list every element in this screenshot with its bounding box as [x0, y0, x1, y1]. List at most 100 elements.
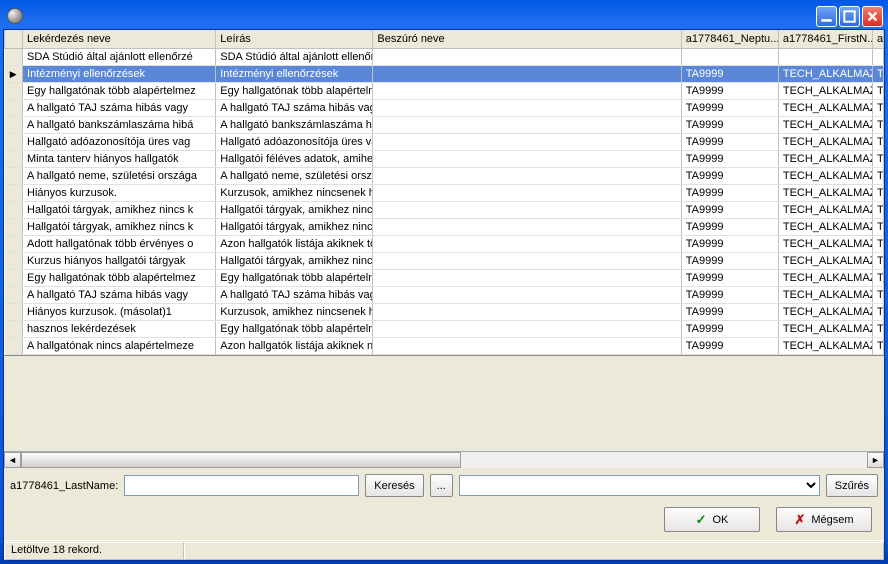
- cell[interactable]: TECH_ALKALMAZO: [778, 133, 872, 150]
- col-header[interactable]: Leírás: [216, 30, 373, 48]
- cell[interactable]: A hallgató bankszámlaszáma hibás (ho: [216, 116, 373, 133]
- cell[interactable]: T: [872, 303, 883, 320]
- cell[interactable]: TA9999: [681, 65, 778, 82]
- cell[interactable]: [373, 133, 681, 150]
- cell[interactable]: A hallgató TAJ száma hibás vagy üres: [216, 99, 373, 116]
- cell[interactable]: T: [872, 201, 883, 218]
- cell[interactable]: [681, 48, 778, 65]
- cell[interactable]: [373, 320, 681, 337]
- table-row[interactable]: hasznos lekérdezésekEgy hallgatónak több…: [5, 320, 884, 337]
- cell[interactable]: hasznos lekérdezések: [23, 320, 216, 337]
- cell[interactable]: Hallgatói tárgyak, amikhez nincs kurzu: [216, 218, 373, 235]
- cell[interactable]: TECH_ALKALMAZO: [778, 167, 872, 184]
- cell[interactable]: A hallgatónak nincs alapértelmeze: [23, 337, 216, 354]
- cell[interactable]: Kurzus hiányos hallgatói tárgyak: [23, 252, 216, 269]
- cell[interactable]: T: [872, 320, 883, 337]
- table-row[interactable]: A hallgató TAJ száma hibás vagyA hallgat…: [5, 99, 884, 116]
- col-header[interactable]: Beszúró neve: [373, 30, 681, 48]
- table-row[interactable]: A hallgató TAJ száma hibás vagyA hallgat…: [5, 286, 884, 303]
- cell[interactable]: Hallgatói tárgyak, amikhez nincs k: [23, 201, 216, 218]
- cell[interactable]: Hiányos kurzusok.: [23, 184, 216, 201]
- cell[interactable]: TECH_ALKALMAZO: [778, 65, 872, 82]
- cell[interactable]: [872, 48, 883, 65]
- cell[interactable]: SDA Stúdió által ajánlott ellenőrzések: [216, 48, 373, 65]
- cell[interactable]: TA9999: [681, 252, 778, 269]
- ok-button[interactable]: ✓OK: [664, 507, 760, 532]
- cell[interactable]: T: [872, 252, 883, 269]
- cell[interactable]: TECH_ALKALMAZO: [778, 269, 872, 286]
- cell[interactable]: TA9999: [681, 286, 778, 303]
- cell[interactable]: Azon hallgatók listája akiknek több érv: [216, 235, 373, 252]
- cell[interactable]: A hallgató TAJ száma hibás vagy: [23, 286, 216, 303]
- table-row[interactable]: Egy hallgatónak több alapértelmezEgy hal…: [5, 269, 884, 286]
- cell[interactable]: TA9999: [681, 99, 778, 116]
- cell[interactable]: Adott hallgatónak több érvényes o: [23, 235, 216, 252]
- col-header[interactable]: a: [872, 30, 883, 48]
- cell[interactable]: A hallgató bankszámlaszáma hibá: [23, 116, 216, 133]
- col-header[interactable]: a1778461_FirstN...: [778, 30, 872, 48]
- scroll-right-button[interactable]: ►: [867, 452, 884, 468]
- cancel-button[interactable]: ✗Mégsem: [776, 507, 872, 532]
- horizontal-scrollbar[interactable]: ◄ ►: [4, 451, 884, 468]
- cell[interactable]: [373, 82, 681, 99]
- cell[interactable]: T: [872, 82, 883, 99]
- cell[interactable]: Intézményi ellenőrzések: [23, 65, 216, 82]
- cell[interactable]: TECH_ALKALMAZO: [778, 184, 872, 201]
- cell[interactable]: T: [872, 133, 883, 150]
- cell[interactable]: TA9999: [681, 82, 778, 99]
- data-grid[interactable]: Lekérdezés neve Leírás Beszúró neve a177…: [4, 30, 884, 356]
- table-row[interactable]: Hallgatói tárgyak, amikhez nincs kHallga…: [5, 201, 884, 218]
- search-button[interactable]: Keresés: [365, 474, 423, 497]
- cell[interactable]: [373, 235, 681, 252]
- cell[interactable]: [373, 167, 681, 184]
- cell[interactable]: [373, 116, 681, 133]
- cell[interactable]: TA9999: [681, 269, 778, 286]
- cell[interactable]: TA9999: [681, 116, 778, 133]
- table-row[interactable]: Hallgatói tárgyak, amikhez nincs kHallga…: [5, 218, 884, 235]
- cell[interactable]: TA9999: [681, 201, 778, 218]
- cell[interactable]: TA9999: [681, 133, 778, 150]
- table-row[interactable]: Hallgató adóazonosítója üres vagHallgató…: [5, 133, 884, 150]
- scroll-track[interactable]: [21, 452, 867, 468]
- close-button[interactable]: [862, 6, 883, 27]
- cell[interactable]: TA9999: [681, 235, 778, 252]
- cell[interactable]: TA9999: [681, 337, 778, 354]
- cell[interactable]: TA9999: [681, 184, 778, 201]
- minimize-button[interactable]: [816, 6, 837, 27]
- filter-button[interactable]: Szűrés: [826, 474, 878, 497]
- cell[interactable]: T: [872, 235, 883, 252]
- cell[interactable]: Hallgatói féléves adatok, amihez nincs: [216, 150, 373, 167]
- cell[interactable]: Egy hallgatónak több alapértelmezett t: [216, 82, 373, 99]
- cell[interactable]: Kurzusok, amikhez nincsenek hallgató: [216, 303, 373, 320]
- cell[interactable]: A hallgató neme, születési országa: [23, 167, 216, 184]
- cell[interactable]: [373, 184, 681, 201]
- scroll-thumb[interactable]: [21, 452, 461, 468]
- table-row[interactable]: A hallgatónak nincs alapértelmezeAzon ha…: [5, 337, 884, 354]
- cell[interactable]: T: [872, 269, 883, 286]
- col-header[interactable]: Lekérdezés neve: [23, 30, 216, 48]
- table-row[interactable]: Intézményi ellenőrzésekIntézményi ellenő…: [5, 65, 884, 82]
- cell[interactable]: TECH_ALKALMAZO: [778, 337, 872, 354]
- cell[interactable]: Hallgató adóazonosítója üres vagy hib: [216, 133, 373, 150]
- cell[interactable]: Kurzusok, amikhez nincsenek hallgató: [216, 184, 373, 201]
- cell[interactable]: TECH_ALKALMAZO: [778, 150, 872, 167]
- cell[interactable]: [373, 337, 681, 354]
- cell[interactable]: T: [872, 167, 883, 184]
- cell[interactable]: T: [872, 150, 883, 167]
- cell[interactable]: [373, 150, 681, 167]
- table-row[interactable]: Adott hallgatónak több érvényes oAzon ha…: [5, 235, 884, 252]
- cell[interactable]: [373, 303, 681, 320]
- search-input[interactable]: [124, 475, 359, 496]
- cell[interactable]: TECH_ALKALMAZO: [778, 286, 872, 303]
- cell[interactable]: [373, 48, 681, 65]
- browse-button[interactable]: ...: [430, 474, 453, 497]
- cell[interactable]: TECH_ALKALMAZO: [778, 201, 872, 218]
- cell[interactable]: Egy hallgatónak több alapértelmez: [23, 269, 216, 286]
- cell[interactable]: [373, 269, 681, 286]
- cell[interactable]: TECH_ALKALMAZO: [778, 303, 872, 320]
- table-row[interactable]: Minta tanterv hiányos hallgatókHallgatói…: [5, 150, 884, 167]
- cell[interactable]: Azon hallgatók listája akiknek nincs a: [216, 337, 373, 354]
- cell[interactable]: [373, 218, 681, 235]
- table-row[interactable]: SDA Stúdió által ajánlott ellenőrzéSDA S…: [5, 48, 884, 65]
- scroll-left-button[interactable]: ◄: [4, 452, 21, 468]
